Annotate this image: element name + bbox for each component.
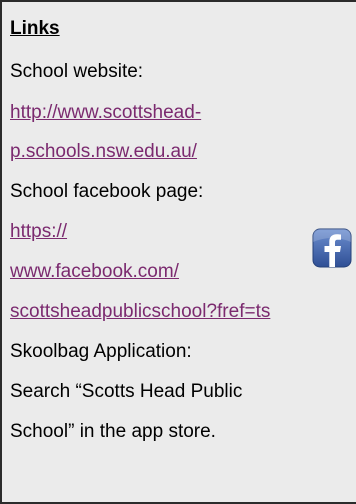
facebook-link-line-1[interactable]: https:// [10,221,67,243]
skoolbag-text-line-2: School” in the app store. [10,421,216,442]
school-website-link-line-1[interactable]: http://www.scottshead- [10,102,201,124]
links-panel: Links School website: http://www.scottsh… [0,0,356,504]
facebook-link-line-3[interactable]: scottsheadpublicschool?fref=ts [10,301,270,323]
facebook-icon[interactable] [312,228,352,268]
skoolbag-text-line-1: Search “Scotts Head Public [10,381,243,402]
school-website-link-line-2[interactable]: p.schools.nsw.edu.au/ [10,141,197,163]
school-website-label: School website: [10,61,144,82]
skoolbag-label: Skoolbag Application: [10,341,192,362]
facebook-link-line-2[interactable]: www.facebook.com/ [10,261,179,283]
links-heading: Links [10,18,60,39]
facebook-label: School facebook page: [10,181,204,202]
